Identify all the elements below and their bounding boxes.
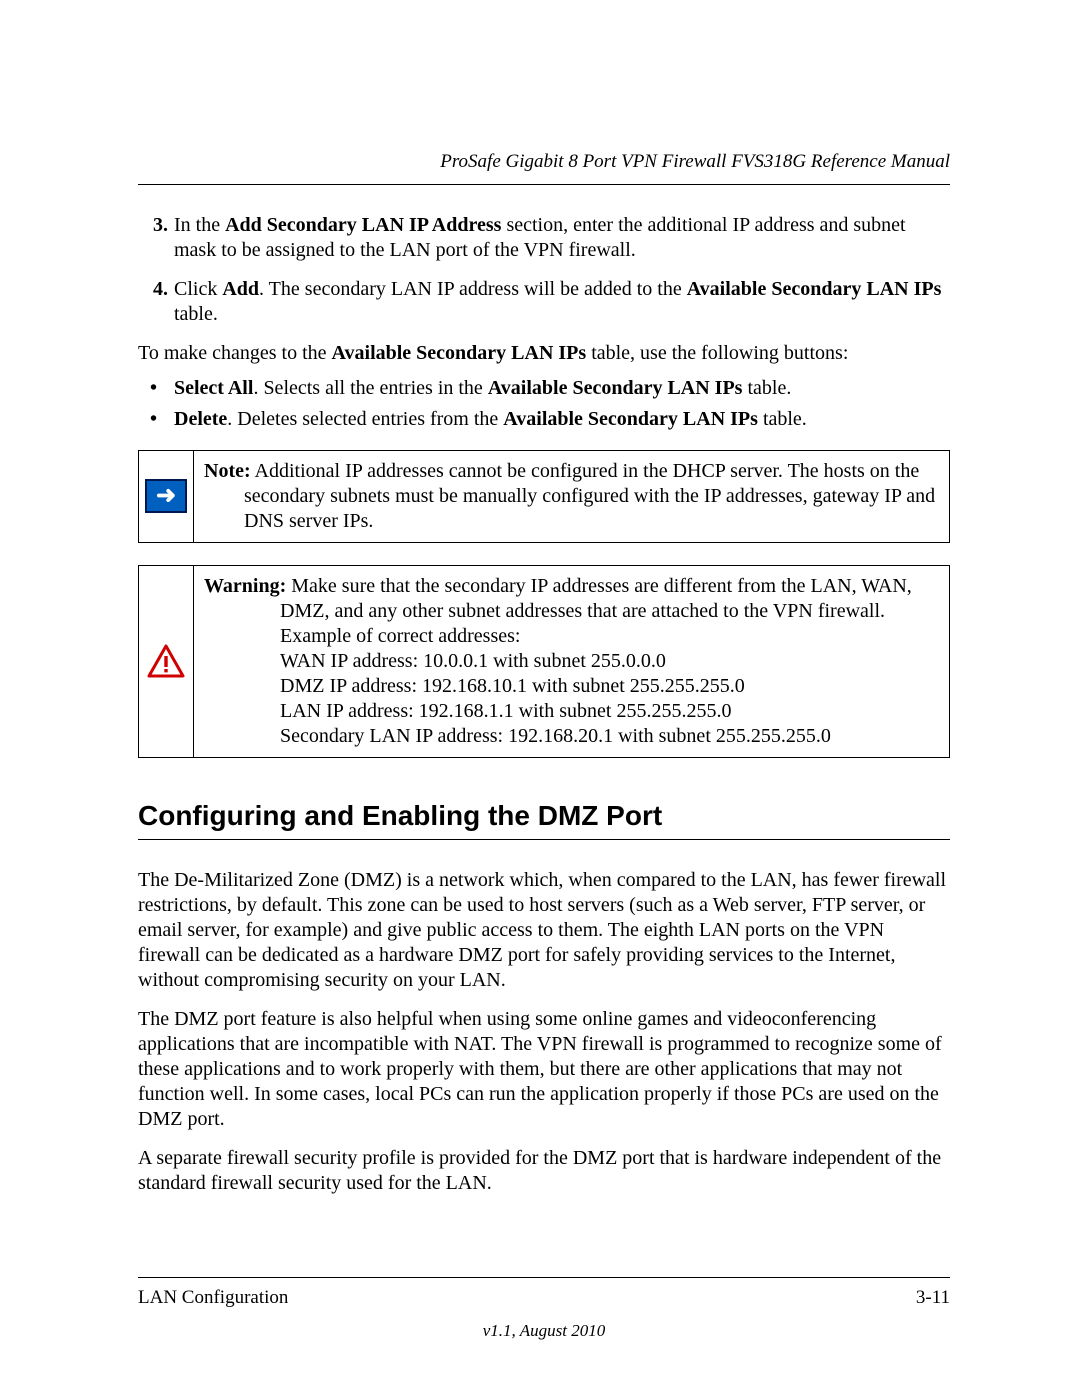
step-3-bold-1: Add Secondary LAN IP Address	[225, 214, 501, 236]
warning-triangle-icon	[147, 644, 185, 678]
bullet-2-post: table.	[758, 408, 807, 430]
arrow-glyph: ➜	[156, 484, 176, 508]
note-label: Note:	[204, 460, 251, 482]
footer-line: LAN Configuration 3-11	[138, 1277, 950, 1310]
note-body: Additional IP addresses cannot be config…	[244, 460, 935, 532]
section-heading: Configuring and Enabling the DMZ Port	[138, 798, 950, 840]
footer-version: v1.1, August 2010	[138, 1320, 950, 1341]
footer-right: 3-11	[916, 1286, 950, 1310]
bullet-1-bold-1: Select All	[174, 377, 253, 399]
intro-paragraph: To make changes to the Available Seconda…	[138, 341, 950, 366]
arrow-icon: ➜	[145, 479, 187, 513]
section-p1: The De-Militarized Zone (DMZ) is a netwo…	[138, 868, 950, 993]
warning-example-block: Example of correct addresses: WAN IP add…	[204, 624, 939, 749]
bullet-2-mid: . Deletes selected entries from the	[227, 408, 503, 430]
section-p2: The DMZ port feature is also helpful whe…	[138, 1007, 950, 1132]
warning-text-cell: Warning: Make sure that the secondary IP…	[194, 566, 949, 757]
warning-line-lan: LAN IP address: 192.168.1.1 with subnet …	[280, 699, 939, 724]
step-4-text-pre: Click	[174, 278, 222, 300]
bullet-select-all: Select All. Selects all the entries in t…	[174, 376, 950, 401]
numbered-steps: In the Add Secondary LAN IP Address sect…	[138, 213, 950, 327]
intro-pre: To make changes to the	[138, 342, 332, 364]
bullet-1-post: table.	[742, 377, 791, 399]
warning-label: Warning:	[204, 575, 286, 597]
step-4-bold-2: Available Secondary LAN IPs	[687, 278, 942, 300]
step-4-text-mid: . The secondary LAN IP address will be a…	[259, 278, 687, 300]
page-footer: LAN Configuration 3-11 v1.1, August 2010	[138, 1277, 950, 1341]
note-text-cell: Note: Additional IP addresses cannot be …	[194, 451, 949, 542]
warning-icon-cell	[139, 566, 194, 757]
bullet-2-bold-1: Delete	[174, 408, 227, 430]
warning-lead: Make sure that the secondary IP addresse…	[280, 575, 912, 622]
intro-post: table, use the following buttons:	[586, 342, 848, 364]
footer-left: LAN Configuration	[138, 1286, 288, 1310]
warning-line-secondary: Secondary LAN IP address: 192.168.20.1 w…	[280, 724, 939, 749]
intro-bold: Available Secondary LAN IPs	[332, 342, 587, 364]
note-icon-cell: ➜	[139, 451, 194, 542]
section-p3: A separate firewall security profile is …	[138, 1146, 950, 1196]
step-3: In the Add Secondary LAN IP Address sect…	[174, 213, 950, 263]
step-4-bold-1: Add	[222, 278, 259, 300]
warning-example-head: Example of correct addresses:	[280, 624, 939, 649]
bullet-delete: Delete. Deletes selected entries from th…	[174, 407, 950, 432]
bullet-1-mid: . Selects all the entries in the	[253, 377, 487, 399]
running-header: ProSafe Gigabit 8 Port VPN Firewall FVS3…	[138, 150, 950, 185]
step-3-text-pre: In the	[174, 214, 225, 236]
warning-line-wan: WAN IP address: 10.0.0.1 with subnet 255…	[280, 649, 939, 674]
step-4-text-post: table.	[174, 303, 218, 325]
step-4: Click Add. The secondary LAN IP address …	[174, 277, 950, 327]
bullet-list: Select All. Selects all the entries in t…	[138, 376, 950, 432]
document-page: ProSafe Gigabit 8 Port VPN Firewall FVS3…	[0, 0, 1080, 1397]
warning-callout: Warning: Make sure that the secondary IP…	[138, 565, 950, 758]
bullet-2-bold-2: Available Secondary LAN IPs	[503, 408, 758, 430]
warning-line-dmz: DMZ IP address: 192.168.10.1 with subnet…	[280, 674, 939, 699]
section-body: The De-Militarized Zone (DMZ) is a netwo…	[138, 868, 950, 1196]
note-callout: ➜ Note: Additional IP addresses cannot b…	[138, 450, 950, 543]
bullet-1-bold-2: Available Secondary LAN IPs	[488, 377, 743, 399]
